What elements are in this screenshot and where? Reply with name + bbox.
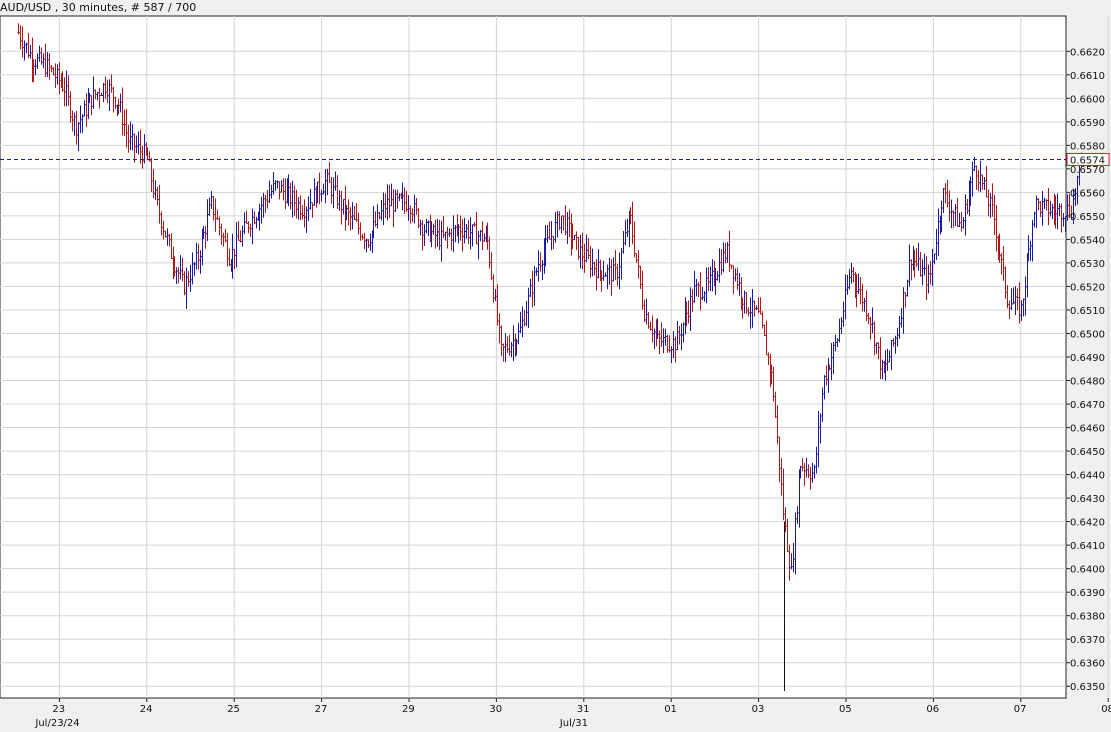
- y-tick-label: 0.6620: [1070, 47, 1105, 58]
- y-tick-label: 0.6530: [1070, 259, 1105, 270]
- x-tick-label: 25: [227, 704, 240, 715]
- y-tick-label: 0.6430: [1070, 494, 1105, 505]
- x-sub-label: Jul/31: [559, 718, 588, 729]
- x-tick-label: 07: [1014, 704, 1027, 715]
- y-tick-label: 0.6520: [1070, 282, 1105, 293]
- y-tick-label: 0.6450: [1070, 447, 1105, 458]
- x-tick-label: 01: [664, 704, 677, 715]
- y-tick-label: 0.6470: [1070, 400, 1105, 411]
- y-tick-label: 0.6370: [1070, 635, 1105, 646]
- y-tick-label: 0.6410: [1070, 541, 1105, 552]
- y-tick-label: 0.6500: [1070, 329, 1105, 340]
- y-tick-label: 0.6570: [1070, 165, 1105, 176]
- x-tick-label: 27: [315, 704, 328, 715]
- x-tick-label: 05: [839, 704, 852, 715]
- y-tick-label: 0.6360: [1070, 659, 1105, 670]
- y-tick-label: 0.6460: [1070, 424, 1105, 435]
- y-tick-label: 0.6420: [1070, 518, 1105, 529]
- y-tick-label: 0.6580: [1070, 141, 1105, 152]
- y-tick-label: 0.6560: [1070, 188, 1105, 199]
- x-tick-label: 08: [1101, 704, 1111, 715]
- x-tick-label: 06: [926, 704, 939, 715]
- x-sub-label: Jul/23/24: [34, 718, 79, 729]
- y-tick-label: 0.6590: [1070, 118, 1105, 129]
- x-tick-label: 31: [577, 704, 590, 715]
- x-axis: 23 24 25 27 29 30 31 01 03 05 06 07 08 Jul/23/24 Jul/3…: [34, 698, 1111, 729]
- y-tick-label: 0.6510: [1070, 306, 1105, 317]
- y-tick-label: 0.6490: [1070, 353, 1105, 364]
- y-tick-label: 0.6550: [1070, 212, 1105, 223]
- x-tick-label: 30: [489, 704, 502, 715]
- x-tick-label: 23: [52, 704, 65, 715]
- ohlc-bar: [1066, 194, 1069, 221]
- x-tick-label: 24: [140, 704, 153, 715]
- y-tick-label: 0.6400: [1070, 565, 1105, 576]
- y-tick-label: 0.6390: [1070, 588, 1105, 599]
- y-tick-label: 0.6540: [1070, 235, 1105, 246]
- x-tick-label: 03: [752, 704, 765, 715]
- y-tick-label: 0.6440: [1070, 471, 1105, 482]
- y-tick-label: 0.6480: [1070, 377, 1105, 388]
- y-tick-label: 0.6380: [1070, 612, 1105, 623]
- y-tick-label: 0.6610: [1070, 71, 1105, 82]
- price-chart[interactable]: 0.6574 0.63500.63600.63700.63800.63900.6…: [0, 0, 1111, 732]
- y-tick-label: 0.6350: [1070, 682, 1105, 693]
- x-tick-label: 29: [402, 704, 415, 715]
- y-axis: 0.6350 0.6360 0.6370 0.6380 0.6390 0.6400 0.64…: [1066, 47, 1105, 693]
- y-tick-label: 0.6600: [1070, 94, 1105, 105]
